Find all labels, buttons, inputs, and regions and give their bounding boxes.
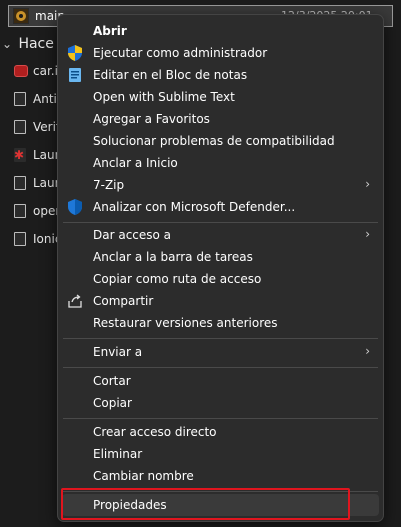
menu-item-label: Abrir [93, 24, 127, 38]
executable-file-icon [13, 8, 29, 24]
menu-item-label: Anclar a Inicio [93, 156, 178, 170]
chevron-right-icon: › [365, 177, 370, 191]
document-file-icon [14, 204, 26, 218]
menu-item-cut[interactable]: Cortar [58, 370, 383, 392]
menu-item-delete[interactable]: Eliminar [58, 443, 383, 465]
app-file-icon: ✱ [14, 148, 26, 162]
menu-item-rename[interactable]: Cambiar nombre [58, 465, 383, 487]
menu-item-abrir[interactable]: Abrir [58, 20, 383, 42]
menu-item-send-to[interactable]: Enviar a › [58, 341, 383, 363]
menu-item-add-favorites[interactable]: Agregar a Favoritos [58, 108, 383, 130]
file-row[interactable]: ✱ Laun [14, 148, 62, 166]
menu-item-label: Agregar a Favoritos [93, 112, 210, 126]
chevron-right-icon: › [365, 227, 370, 241]
file-row[interactable]: Ionic [14, 232, 61, 250]
menu-item-run-as-admin[interactable]: Ejecutar como administrador [58, 42, 383, 64]
file-row[interactable]: car.i [14, 64, 58, 82]
notepad-icon [68, 67, 82, 83]
defender-icon [68, 199, 82, 215]
properties-highlight-box [61, 488, 350, 520]
file-row[interactable]: oper [14, 204, 60, 222]
menu-item-label: Analizar con Microsoft Defender... [93, 200, 296, 214]
chevron-down-icon: ⌄ [2, 37, 13, 51]
menu-item-copy-path[interactable]: Copiar como ruta de acceso [58, 268, 383, 290]
menu-item-share[interactable]: Compartir [58, 290, 383, 312]
document-file-icon [14, 232, 26, 246]
menu-separator [63, 222, 378, 223]
menu-item-pin-taskbar[interactable]: Anclar a la barra de tareas [58, 246, 383, 268]
menu-item-label: Crear acceso directo [93, 425, 217, 439]
chevron-right-icon: › [365, 344, 370, 358]
menu-item-label: Cambiar nombre [93, 469, 194, 483]
menu-item-label: Cortar [93, 374, 131, 388]
context-menu: Abrir Ejecutar como administrador Editar… [57, 14, 384, 522]
menu-item-copy[interactable]: Copiar [58, 392, 383, 414]
share-icon [68, 293, 82, 309]
menu-item-label: Eliminar [93, 447, 143, 461]
menu-item-label: 7-Zip [93, 178, 125, 192]
menu-item-label: Editar en el Bloc de notas [93, 68, 248, 82]
menu-item-label: Ejecutar como administrador [93, 46, 268, 60]
document-file-icon [14, 120, 26, 134]
menu-item-label: Enviar a [93, 345, 143, 359]
menu-item-7zip[interactable]: 7-Zip › [58, 174, 383, 196]
menu-item-troubleshoot-compat[interactable]: Solucionar problemas de compatibilidad [58, 130, 383, 152]
file-name: Laur [33, 176, 60, 190]
menu-item-label: Dar acceso a [93, 228, 172, 242]
menu-separator [63, 367, 378, 368]
menu-item-label: Copiar [93, 396, 132, 410]
menu-item-label: Restaurar versiones anteriores [93, 316, 278, 330]
menu-item-label: Compartir [93, 294, 154, 308]
file-row[interactable]: Anti [14, 92, 57, 110]
menu-item-give-access[interactable]: Dar acceso a › [58, 224, 383, 246]
menu-item-edit-notepad[interactable]: Editar en el Bloc de notas [58, 64, 383, 86]
document-file-icon [14, 92, 26, 106]
menu-separator [63, 418, 378, 419]
menu-item-defender-scan[interactable]: Analizar con Microsoft Defender... [58, 196, 383, 218]
file-name: car.i [33, 64, 58, 78]
menu-item-create-shortcut[interactable]: Crear acceso directo [58, 421, 383, 443]
menu-item-restore-versions[interactable]: Restaurar versiones anteriores [58, 312, 383, 334]
file-row[interactable]: Laur [14, 176, 60, 194]
menu-item-label: Open with Sublime Text [93, 90, 235, 104]
file-name: Anti [33, 92, 57, 106]
menu-separator [63, 338, 378, 339]
menu-item-label: Copiar como ruta de acceso [93, 272, 262, 286]
file-row[interactable]: Verif [14, 120, 60, 138]
menu-item-label: Anclar a la barra de tareas [93, 250, 253, 264]
menu-item-pin-start[interactable]: Anclar a Inicio [58, 152, 383, 174]
menu-item-open-sublime[interactable]: Open with Sublime Text [58, 86, 383, 108]
shield-uac-icon [68, 45, 82, 61]
game-file-icon [14, 65, 28, 77]
document-file-icon [14, 176, 26, 190]
menu-item-label: Solucionar problemas de compatibilidad [93, 134, 335, 148]
